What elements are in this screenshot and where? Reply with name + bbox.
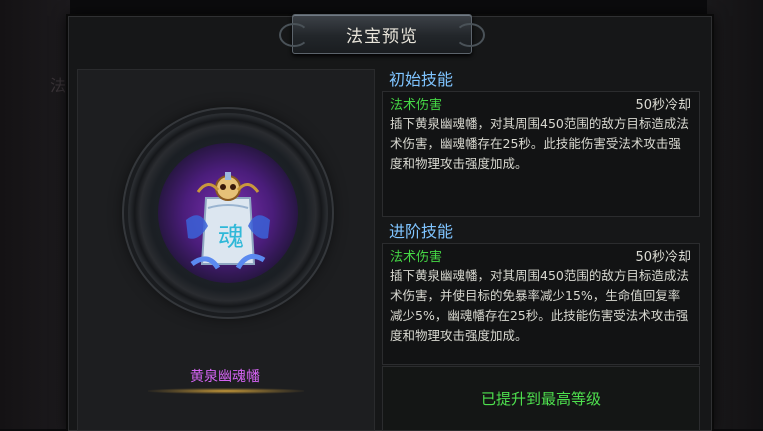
initial-skill-type: 法术伤害 [390, 98, 443, 113]
max-level-box: 已提升到最高等级 [382, 366, 700, 431]
initial-skill-header: 法术伤害 50秒冷却 [383, 92, 699, 113]
advanced-skill-description: 插下黄泉幽魂幡，对其周围450范围的敌方目标造成法术伤害，并使目标的免暴率减少1… [390, 268, 689, 343]
background-right [707, 0, 763, 429]
advanced-skill-type: 法术伤害 [390, 250, 443, 265]
treasure-name: 黄泉幽魂幡 [190, 369, 260, 385]
advanced-skill-box: 法术伤害 50秒冷却 插下黄泉幽魂幡，对其周围450范围的敌方目标造成法术伤害，… [382, 243, 700, 365]
advanced-skill-title: 进阶技能 [389, 222, 454, 241]
window-title: 法宝预览 [346, 26, 418, 47]
initial-skill-cooldown: 50秒冷却 [635, 98, 691, 113]
background-left: 法 [0, 0, 70, 429]
max-level-status: 已提升到最高等级 [480, 390, 601, 408]
advanced-skill-cooldown: 50秒冷却 [635, 250, 691, 265]
window-title-plate: 法宝预览 [279, 14, 485, 54]
background-ghost-text: 法 [50, 76, 67, 95]
svg-text:魂: 魂 [218, 223, 244, 253]
initial-skill-box: 法术伤害 50秒冷却 插下黄泉幽魂幡，对其周围450范围的敌方目标造成法术伤害，… [382, 91, 700, 217]
name-underline-glow [148, 388, 304, 394]
initial-skill-title: 初始技能 [389, 70, 454, 89]
advanced-skill-header: 法术伤害 50秒冷却 [383, 244, 699, 265]
initial-skill-description: 插下黄泉幽魂幡，对其周围450范围的敌方目标造成法术伤害，幽魂幡存在25秒。此技… [390, 116, 689, 171]
banner-skull-icon: 魂 [186, 172, 270, 270]
